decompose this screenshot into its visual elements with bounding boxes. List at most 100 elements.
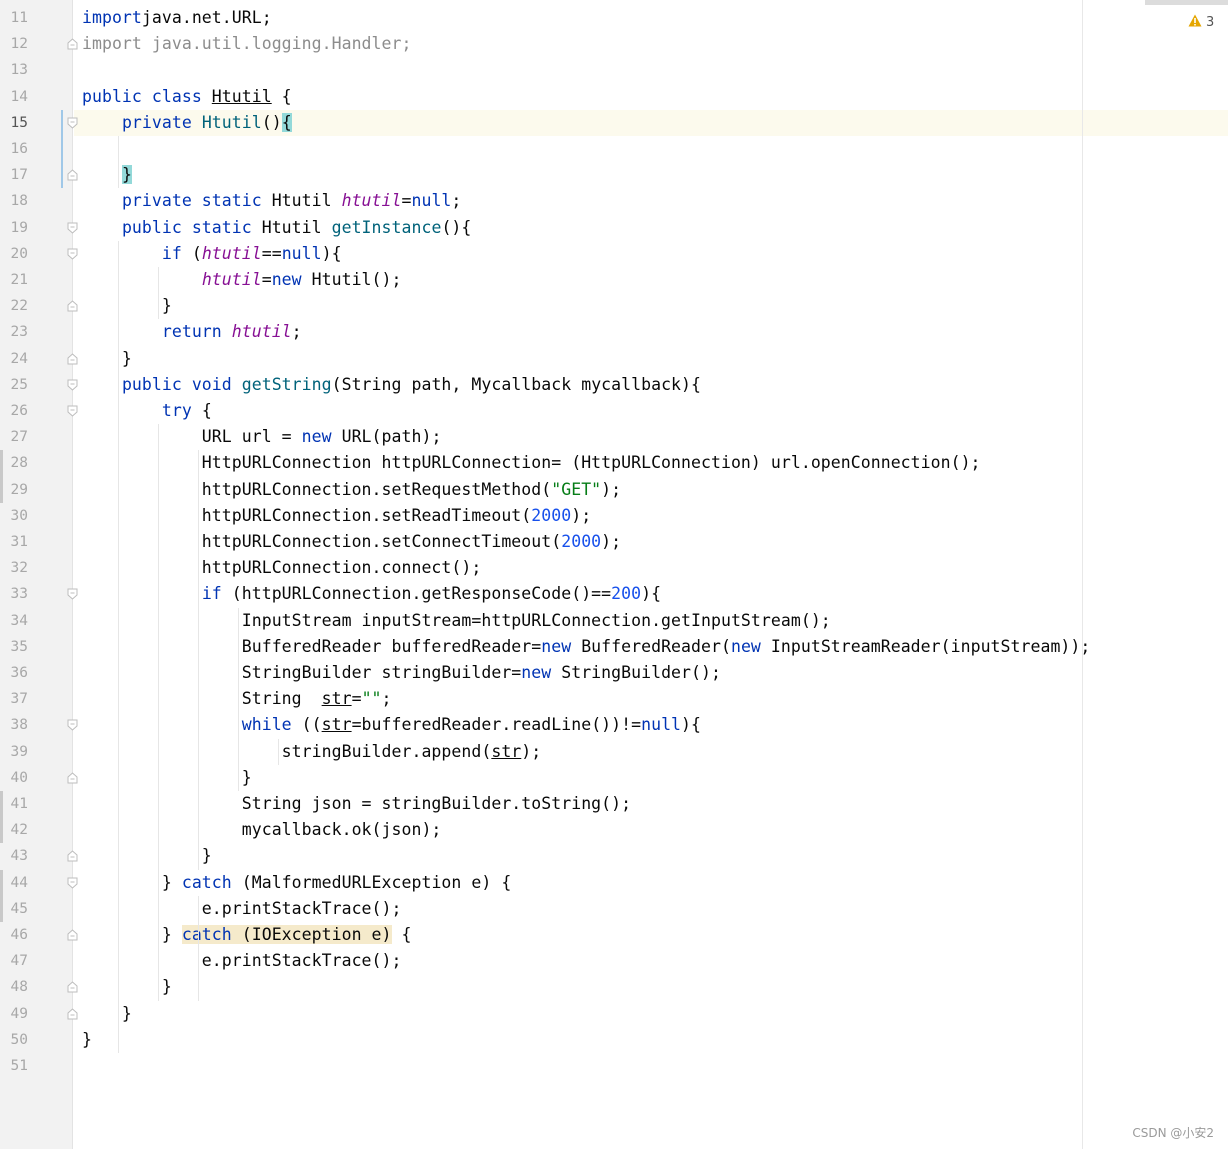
line-number[interactable]: 47 bbox=[0, 948, 28, 974]
line-number[interactable]: 34 bbox=[0, 608, 28, 634]
line-number[interactable]: 45 bbox=[0, 896, 28, 922]
code-line[interactable]: while ((str=bufferedReader.readLine())!=… bbox=[82, 712, 701, 738]
fold-collapse-icon[interactable] bbox=[67, 405, 78, 417]
line-number[interactable]: 44 bbox=[0, 870, 28, 896]
fold-end-icon[interactable] bbox=[67, 352, 78, 365]
code-token: catch bbox=[181, 925, 232, 944]
fold-end-icon[interactable] bbox=[67, 772, 78, 784]
code-line[interactable]: } bbox=[82, 843, 212, 869]
line-number[interactable]: 30 bbox=[0, 503, 28, 529]
line-number[interactable]: 40 bbox=[0, 765, 28, 791]
fold-collapse-icon[interactable] bbox=[67, 222, 78, 234]
line-number[interactable]: 49 bbox=[0, 1001, 28, 1027]
code-token: httpURLConnection.setReadTimeout( bbox=[82, 505, 532, 525]
code-line[interactable]: } catch (IOException e) { bbox=[82, 922, 411, 948]
line-number[interactable]: 24 bbox=[0, 346, 28, 372]
fold-end-icon[interactable] bbox=[67, 169, 78, 181]
code-line[interactable]: mycallback.ok(json); bbox=[82, 817, 442, 843]
code-line[interactable]: httpURLConnection.connect(); bbox=[82, 555, 482, 581]
code-line[interactable]: public class Htutil { bbox=[82, 84, 292, 110]
line-number[interactable]: 28 bbox=[0, 450, 28, 476]
line-number[interactable]: 46 bbox=[0, 922, 28, 948]
line-number[interactable]: 51 bbox=[0, 1053, 28, 1079]
line-number[interactable]: 15 bbox=[0, 110, 28, 136]
line-number[interactable]: 43 bbox=[0, 843, 28, 869]
fold-collapse-icon[interactable] bbox=[67, 248, 78, 260]
fold-collapse-icon[interactable] bbox=[67, 117, 78, 129]
line-number[interactable]: 13 bbox=[0, 57, 28, 83]
line-number[interactable]: 22 bbox=[0, 293, 28, 319]
code-line[interactable]: HttpURLConnection httpURLConnection= (Ht… bbox=[82, 450, 981, 476]
line-number[interactable]: 31 bbox=[0, 529, 28, 555]
line-number[interactable]: 29 bbox=[0, 477, 28, 503]
code-line[interactable]: String json = stringBuilder.toString(); bbox=[82, 791, 631, 817]
line-number[interactable]: 23 bbox=[0, 319, 28, 345]
fold-end-icon[interactable] bbox=[67, 981, 78, 993]
line-number[interactable]: 41 bbox=[0, 791, 28, 817]
fold-collapse-icon[interactable] bbox=[67, 719, 78, 732]
code-line[interactable]: StringBuilder stringBuilder=new StringBu… bbox=[82, 660, 721, 686]
line-number[interactable]: 33 bbox=[0, 581, 28, 607]
line-number[interactable]: 50 bbox=[0, 1027, 28, 1053]
code-line[interactable]: if (httpURLConnection.getResponseCode()=… bbox=[82, 581, 661, 607]
line-number[interactable]: 11 bbox=[0, 5, 28, 31]
fold-end-icon[interactable] bbox=[67, 929, 78, 941]
code-line[interactable]: return htutil; bbox=[82, 319, 302, 345]
code-line[interactable]: } bbox=[82, 765, 252, 791]
line-number[interactable]: 26 bbox=[0, 398, 28, 424]
fold-end-icon[interactable] bbox=[67, 1007, 78, 1020]
code-line[interactable]: stringBuilder.append(str); bbox=[82, 739, 542, 765]
line-number[interactable]: 19 bbox=[0, 215, 28, 241]
warnings-indicator[interactable]: 3 bbox=[1188, 14, 1214, 31]
code-line[interactable]: BufferedReader bufferedReader=new Buffer… bbox=[82, 634, 1091, 660]
line-number[interactable]: 48 bbox=[0, 974, 28, 1000]
fold-end-icon[interactable] bbox=[67, 850, 78, 862]
code-line[interactable]: } catch (MalformedURLException e) { bbox=[82, 870, 511, 896]
code-line[interactable]: e.printStackTrace(); bbox=[82, 948, 402, 974]
code-line[interactable]: URL url = new URL(path); bbox=[82, 424, 442, 450]
fold-end-icon[interactable] bbox=[67, 38, 78, 50]
line-number[interactable]: 14 bbox=[0, 84, 28, 110]
line-number[interactable]: 18 bbox=[0, 188, 28, 214]
line-number[interactable]: 17 bbox=[0, 162, 28, 188]
code-line[interactable]: } bbox=[82, 162, 132, 188]
scrollbar-thumb[interactable] bbox=[1145, 0, 1228, 5]
code-line[interactable]: httpURLConnection.setRequestMethod("GET"… bbox=[82, 477, 621, 503]
line-number[interactable]: 38 bbox=[0, 712, 28, 738]
fold-collapse-icon[interactable] bbox=[67, 877, 78, 889]
code-line[interactable]: public static Htutil getInstance(){ bbox=[82, 215, 471, 241]
code-line[interactable]: private static Htutil htutil=null; bbox=[82, 188, 461, 214]
code-editor[interactable]: 11 12 13 14 15 16 17 18 19 20 21 22 23 24 25 26 27 28 29 30… bbox=[0, 0, 1228, 1149]
code-line[interactable]: public void getString(String path, Mycal… bbox=[82, 372, 701, 398]
code-line[interactable]: htutil=new Htutil(); bbox=[82, 267, 402, 293]
fold-end-icon[interactable] bbox=[67, 300, 78, 312]
code-line[interactable]: } bbox=[82, 1001, 132, 1027]
code-line[interactable]: import java.util.logging.Handler; bbox=[82, 31, 411, 57]
line-number[interactable]: 12 bbox=[0, 31, 28, 57]
line-number[interactable]: 36 bbox=[0, 660, 28, 686]
code-line[interactable]: httpURLConnection.setConnectTimeout(2000… bbox=[82, 529, 621, 555]
line-number[interactable]: 21 bbox=[0, 267, 28, 293]
line-number[interactable]: 42 bbox=[0, 817, 28, 843]
line-number[interactable]: 20 bbox=[0, 241, 28, 267]
code-line[interactable]: InputStream inputStream=httpURLConnectio… bbox=[82, 608, 831, 634]
line-number[interactable]: 35 bbox=[0, 634, 28, 660]
code-line[interactable]: if (htutil==null){ bbox=[82, 241, 342, 267]
vcs-change-bar[interactable] bbox=[61, 109, 63, 189]
line-number[interactable]: 39 bbox=[0, 739, 28, 765]
code-line[interactable]: try { bbox=[82, 398, 212, 424]
line-number[interactable]: 16 bbox=[0, 136, 28, 162]
code-line[interactable]: e.printStackTrace(); bbox=[82, 896, 402, 922]
line-number[interactable]: 37 bbox=[0, 686, 28, 712]
code-line[interactable]: importjava.net.URL; bbox=[82, 5, 272, 31]
fold-collapse-icon[interactable] bbox=[67, 588, 78, 601]
line-number[interactable]: 25 bbox=[0, 372, 28, 398]
line-number[interactable]: 32 bbox=[0, 555, 28, 581]
line-number[interactable]: 27 bbox=[0, 424, 28, 450]
code-line[interactable]: } bbox=[82, 1027, 92, 1053]
code-line[interactable]: String str=""; bbox=[82, 686, 392, 712]
code-line[interactable]: private Htutil(){ bbox=[82, 110, 292, 136]
code-line[interactable]: } bbox=[82, 346, 132, 372]
fold-collapse-icon[interactable] bbox=[67, 379, 78, 391]
